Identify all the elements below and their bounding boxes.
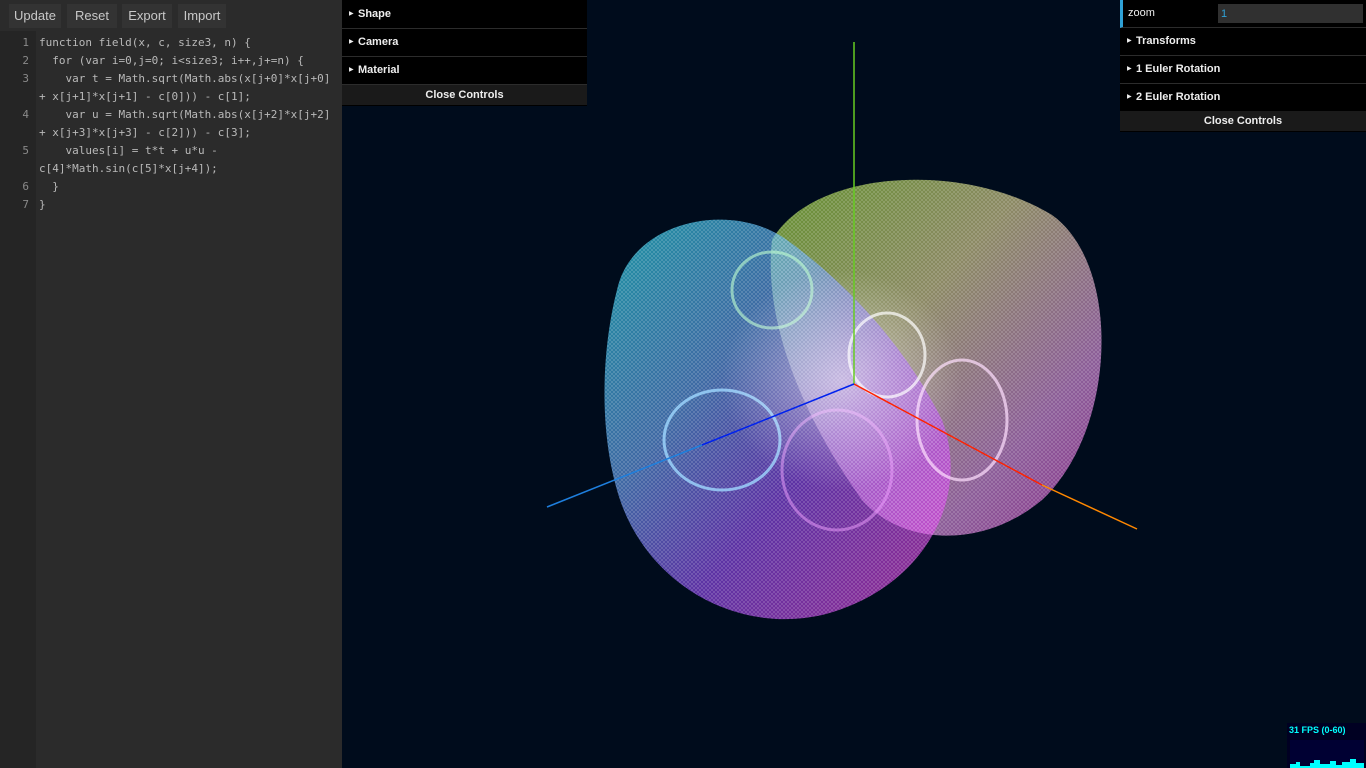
triangle-right-icon: ▶	[1127, 38, 1132, 44]
triangle-right-icon: ▶	[349, 39, 354, 45]
x-axis-negative	[1041, 484, 1138, 530]
folder-label: Transforms	[1136, 35, 1196, 47]
code-line[interactable]: values[i] = t*t + u*u -	[39, 142, 217, 160]
folder-label: 2 Euler Rotation	[1136, 91, 1221, 103]
triangle-right-icon: ▶	[1127, 66, 1132, 72]
export-button[interactable]: Export	[122, 4, 172, 28]
line-number: 4	[22, 108, 29, 121]
scene-controls-panel: ▶ Shape ▶ Camera ▶ Material Close Contro…	[342, 0, 587, 106]
line-number: 5	[22, 144, 29, 157]
fps-readout: 31 FPS (0-60)	[1289, 725, 1346, 735]
code-line[interactable]: c[4]*Math.sin(c[5]*x[j+4]);	[39, 160, 218, 178]
folder-label: Material	[358, 64, 400, 76]
folder-material[interactable]: ▶ Material	[342, 57, 587, 85]
triangle-right-icon: ▶	[349, 67, 354, 73]
reset-button[interactable]: Reset	[67, 4, 117, 28]
line-number-gutter: 1 2 3 4 5 6 7	[0, 31, 36, 768]
folder-label: 1 Euler Rotation	[1136, 63, 1221, 75]
fps-graph	[1290, 740, 1364, 768]
code-editor-pane: Update Reset Export Import 1 2 3 4 5 6 7…	[0, 0, 342, 768]
close-controls-button[interactable]: Close Controls	[1120, 111, 1366, 131]
code-line[interactable]: var u = Math.sqrt(Math.abs(x[j+2]*x[j+2]	[39, 106, 330, 124]
folder-shape[interactable]: ▶ Shape	[342, 1, 587, 29]
close-controls-button[interactable]: Close Controls	[342, 85, 587, 105]
triangle-right-icon: ▶	[349, 11, 354, 17]
folder-euler-rotation-1[interactable]: ▶ 1 Euler Rotation	[1120, 56, 1366, 84]
zoom-label: zoom	[1128, 7, 1155, 19]
folder-label: Camera	[358, 36, 399, 48]
line-number: 1	[22, 36, 29, 49]
code-text-area[interactable]: function field(x, c, size3, n) { for (va…	[36, 31, 342, 768]
code-line[interactable]: }	[39, 196, 46, 214]
import-button[interactable]: Import	[178, 4, 226, 28]
folder-camera[interactable]: ▶ Camera	[342, 29, 587, 57]
transform-controls-panel: zoom ▶ Transforms ▶ 1 Euler Rotation ▶ 2…	[1120, 0, 1366, 132]
update-button[interactable]: Update	[9, 4, 61, 28]
folder-transforms[interactable]: ▶ Transforms	[1120, 28, 1366, 56]
zoom-control: zoom	[1120, 0, 1366, 28]
code-line[interactable]: function field(x, c, size3, n) {	[39, 34, 251, 52]
folder-label: Shape	[358, 8, 392, 20]
code-line[interactable]: }	[39, 178, 59, 196]
line-number: 3	[22, 72, 29, 85]
line-number: 2	[22, 54, 29, 67]
triangle-right-icon: ▶	[1127, 94, 1132, 100]
code-line[interactable]: + x[j+3]*x[j+3] - c[2])) - c[3];	[39, 124, 251, 142]
editor-toolbar: Update Reset Export Import	[0, 0, 342, 31]
code-line[interactable]: var t = Math.sqrt(Math.abs(x[j+0]*x[j+0]	[39, 70, 330, 88]
zoom-input[interactable]	[1218, 4, 1363, 23]
line-number: 6	[22, 180, 29, 193]
code-line[interactable]: + x[j+1]*x[j+1] - c[0])) - c[1];	[39, 88, 251, 106]
line-number: 7	[22, 198, 29, 211]
code-line[interactable]: for (var i=0,j=0; i<size3; i++,j+=n) {	[39, 52, 304, 70]
folder-euler-rotation-2[interactable]: ▶ 2 Euler Rotation	[1120, 84, 1366, 112]
fps-stats-panel[interactable]: 31 FPS (0-60)	[1287, 723, 1366, 768]
